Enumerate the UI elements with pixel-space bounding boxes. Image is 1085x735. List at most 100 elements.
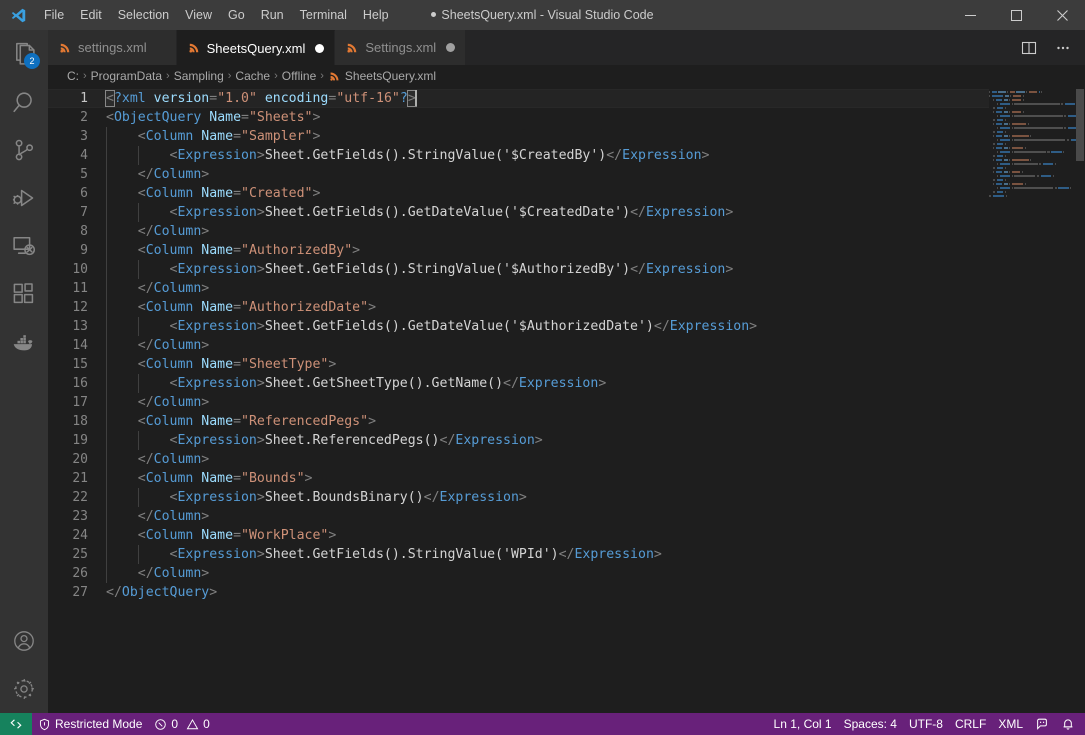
code-line[interactable]: 2<ObjectQuery Name="Sheets">: [48, 108, 989, 127]
code-line-text[interactable]: </ObjectQuery>: [106, 583, 989, 602]
editor-tab[interactable]: settings.xml: [48, 30, 177, 65]
breadcrumb-item[interactable]: Offline: [282, 69, 316, 83]
menu-item-go[interactable]: Go: [220, 0, 253, 30]
docker-whale-icon[interactable]: [0, 318, 48, 366]
tab-close-button[interactable]: [157, 43, 166, 52]
code-line[interactable]: 19 <Expression>Sheet.ReferencedPegs()</E…: [48, 431, 989, 450]
code-line[interactable]: 24 <Column Name="WorkPlace">: [48, 526, 989, 545]
problems-button[interactable]: 0 0: [148, 713, 215, 735]
code-line[interactable]: 20 </Column>: [48, 450, 989, 469]
editor-tab[interactable]: SheetsQuery.xml: [177, 30, 336, 65]
code-line[interactable]: 10 <Expression>Sheet.GetFields().StringV…: [48, 260, 989, 279]
menu-item-run[interactable]: Run: [253, 0, 292, 30]
code-line[interactable]: 7 <Expression>Sheet.GetFields().GetDateV…: [48, 203, 989, 222]
code-scroll-container[interactable]: 1<?xml version="1.0" encoding="utf-16"?>…: [48, 87, 989, 713]
code-line-text[interactable]: <Column Name="WorkPlace">: [106, 526, 989, 545]
menu-item-terminal[interactable]: Terminal: [292, 0, 355, 30]
code-lines[interactable]: 1<?xml version="1.0" encoding="utf-16"?>…: [48, 87, 989, 602]
code-line-text[interactable]: <Column Name="AuthorizedDate">: [106, 298, 989, 317]
code-line[interactable]: 17 </Column>: [48, 393, 989, 412]
breadcrumb-file-item[interactable]: SheetsQuery.xml: [328, 69, 436, 83]
code-line[interactable]: 18 <Column Name="ReferencedPegs">: [48, 412, 989, 431]
editor-tab[interactable]: Settings.xml: [335, 30, 466, 65]
language-mode-button[interactable]: XML: [992, 713, 1029, 735]
close-button[interactable]: [1039, 0, 1085, 30]
code-line-text[interactable]: <Column Name="AuthorizedBy">: [106, 241, 989, 260]
code-line-text[interactable]: <Column Name="ReferencedPegs">: [106, 412, 989, 431]
code-line-text[interactable]: </Column>: [106, 450, 989, 469]
code-line[interactable]: 12 <Column Name="AuthorizedDate">: [48, 298, 989, 317]
code-line[interactable]: 15 <Column Name="SheetType">: [48, 355, 989, 374]
code-line-text[interactable]: <Expression>Sheet.GetFields().GetDateVal…: [106, 317, 989, 336]
breadcrumb-item[interactable]: ProgramData: [91, 69, 162, 83]
code-line[interactable]: 1<?xml version="1.0" encoding="utf-16"?>: [48, 89, 989, 108]
minimap[interactable]: [989, 87, 1085, 713]
code-line[interactable]: 23 </Column>: [48, 507, 989, 526]
code-line[interactable]: 9 <Column Name="AuthorizedBy">: [48, 241, 989, 260]
code-line-text[interactable]: <Expression>Sheet.GetFields().StringValu…: [106, 146, 989, 165]
code-line[interactable]: 27</ObjectQuery>: [48, 583, 989, 602]
feedback-smiley-icon[interactable]: [1029, 713, 1055, 735]
code-line-text[interactable]: <ObjectQuery Name="Sheets">: [106, 108, 989, 127]
restricted-mode-button[interactable]: Restricted Mode: [32, 713, 148, 735]
code-line[interactable]: 14 </Column>: [48, 336, 989, 355]
code-line-text[interactable]: <Expression>Sheet.GetFields().GetDateVal…: [106, 203, 989, 222]
run-debug-icon[interactable]: [0, 174, 48, 222]
menu-item-file[interactable]: File: [36, 0, 72, 30]
indentation-button[interactable]: Spaces: 4: [838, 713, 903, 735]
menu-item-selection[interactable]: Selection: [110, 0, 177, 30]
code-line-text[interactable]: </Column>: [106, 564, 989, 583]
code-line-text[interactable]: <?xml version="1.0" encoding="utf-16"?>: [106, 89, 989, 108]
menu-item-help[interactable]: Help: [355, 0, 397, 30]
split-editor-icon[interactable]: [1015, 34, 1043, 62]
breadcrumb-item[interactable]: Sampling: [174, 69, 224, 83]
encoding-button[interactable]: UTF-8: [903, 713, 949, 735]
scrollbar-thumb[interactable]: [1076, 89, 1084, 161]
code-line-text[interactable]: </Column>: [106, 165, 989, 184]
breadcrumb-item[interactable]: Cache: [235, 69, 270, 83]
code-line-text[interactable]: <Expression>Sheet.GetFields().StringValu…: [106, 545, 989, 564]
files-icon[interactable]: 2: [0, 30, 48, 78]
remote-explorer-icon[interactable]: [0, 222, 48, 270]
tab-dirty-indicator[interactable]: [446, 43, 455, 52]
account-icon[interactable]: [0, 617, 48, 665]
code-line-text[interactable]: <Column Name="SheetType">: [106, 355, 989, 374]
search-icon[interactable]: [0, 78, 48, 126]
extensions-icon[interactable]: [0, 270, 48, 318]
code-line-text[interactable]: <Column Name="Sampler">: [106, 127, 989, 146]
code-line-text[interactable]: <Expression>Sheet.GetSheetType().GetName…: [106, 374, 989, 393]
gear-icon[interactable]: [0, 665, 48, 713]
code-line[interactable]: 21 <Column Name="Bounds">: [48, 469, 989, 488]
code-line[interactable]: 11 </Column>: [48, 279, 989, 298]
code-line[interactable]: 3 <Column Name="Sampler">: [48, 127, 989, 146]
code-line-text[interactable]: </Column>: [106, 279, 989, 298]
breadcrumb-item[interactable]: C:: [67, 69, 79, 83]
source-control-icon[interactable]: [0, 126, 48, 174]
code-line[interactable]: 5 </Column>: [48, 165, 989, 184]
bell-icon[interactable]: [1055, 713, 1081, 735]
code-line-text[interactable]: <Expression>Sheet.BoundsBinary()</Expres…: [106, 488, 989, 507]
code-line[interactable]: 16 <Expression>Sheet.GetSheetType().GetN…: [48, 374, 989, 393]
eol-button[interactable]: CRLF: [949, 713, 992, 735]
menu-item-edit[interactable]: Edit: [72, 0, 110, 30]
code-line-text[interactable]: <Column Name="Bounds">: [106, 469, 989, 488]
ellipsis-icon[interactable]: [1049, 34, 1077, 62]
code-line-text[interactable]: <Expression>Sheet.GetFields().StringValu…: [106, 260, 989, 279]
code-line-text[interactable]: <Expression>Sheet.ReferencedPegs()</Expr…: [106, 431, 989, 450]
code-line[interactable]: 13 <Expression>Sheet.GetFields().GetDate…: [48, 317, 989, 336]
code-line-text[interactable]: <Column Name="Created">: [106, 184, 989, 203]
code-line[interactable]: 25 <Expression>Sheet.GetFields().StringV…: [48, 545, 989, 564]
code-line[interactable]: 8 </Column>: [48, 222, 989, 241]
menu-item-view[interactable]: View: [177, 0, 220, 30]
remote-indicator-icon[interactable]: [0, 713, 32, 735]
code-line-text[interactable]: </Column>: [106, 222, 989, 241]
vertical-scrollbar[interactable]: [1075, 87, 1085, 713]
code-line[interactable]: 6 <Column Name="Created">: [48, 184, 989, 203]
minimize-button[interactable]: [947, 0, 993, 30]
cursor-position-button[interactable]: Ln 1, Col 1: [768, 713, 838, 735]
maximize-button[interactable]: [993, 0, 1039, 30]
code-line[interactable]: 26 </Column>: [48, 564, 989, 583]
code-line[interactable]: 4 <Expression>Sheet.GetFields().StringVa…: [48, 146, 989, 165]
code-line[interactable]: 22 <Expression>Sheet.BoundsBinary()</Exp…: [48, 488, 989, 507]
code-line-text[interactable]: </Column>: [106, 336, 989, 355]
